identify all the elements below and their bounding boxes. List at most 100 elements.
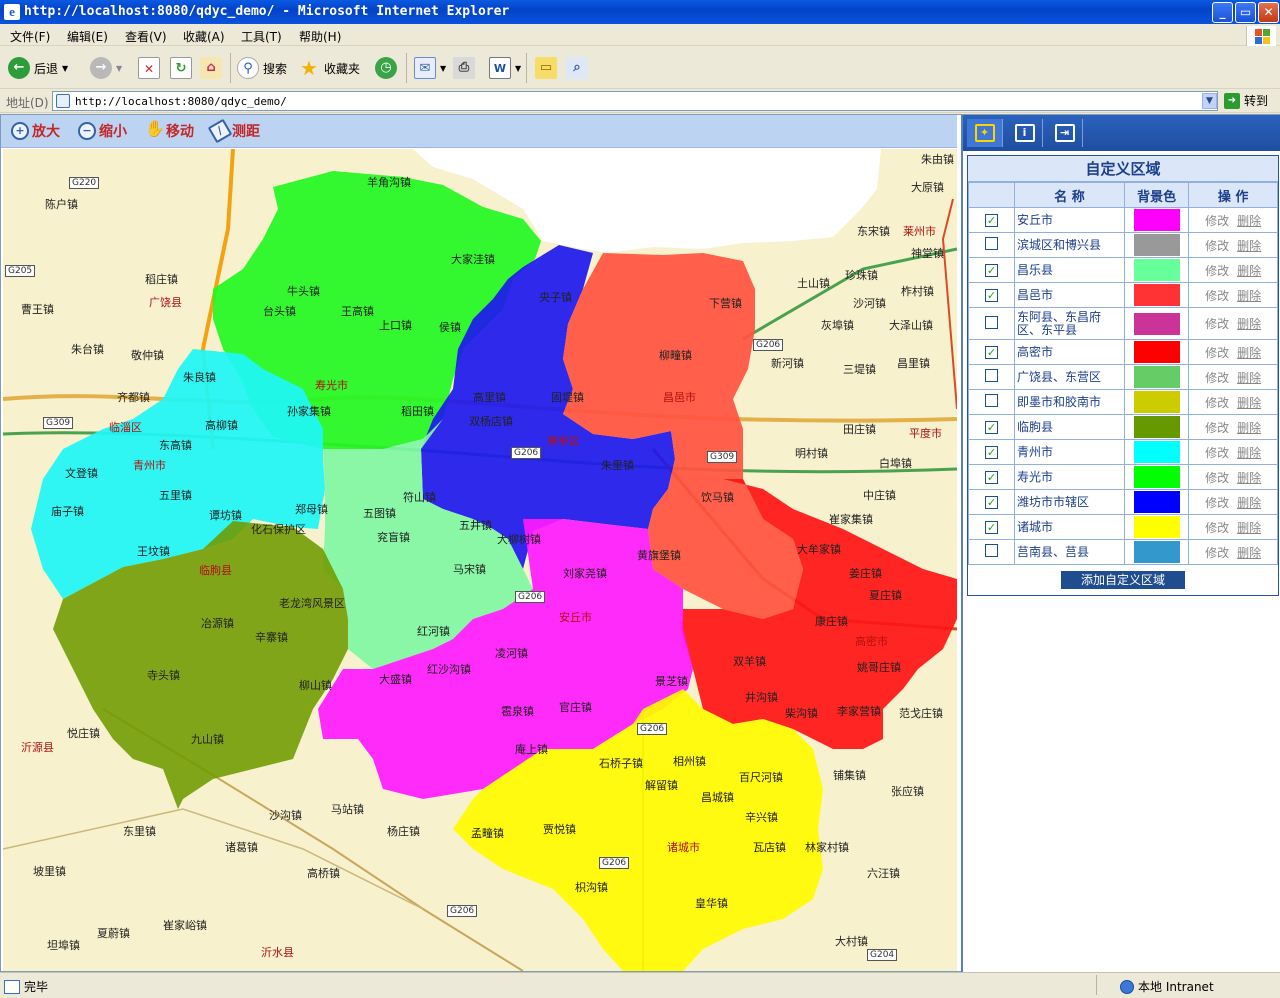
map-town-label: 红河镇 <box>417 625 450 638</box>
chevron-down-icon: ▼ <box>1206 96 1213 106</box>
delete-link[interactable]: 删除 <box>1237 317 1261 331</box>
edit-link[interactable]: 修改 <box>1205 214 1229 228</box>
discuss-button[interactable]: ▭ <box>535 55 557 81</box>
delete-link[interactable]: 删除 <box>1237 421 1261 435</box>
edit-link[interactable]: 修改 <box>1205 546 1229 560</box>
chevron-down-icon: ▼ <box>440 63 447 73</box>
region-checkbox[interactable]: ✓ <box>985 346 998 359</box>
delete-link[interactable]: 删除 <box>1237 446 1261 460</box>
measure-tool[interactable]: / 测距 <box>207 118 260 144</box>
back-button[interactable]: ← 后退 ▼ <box>8 55 68 81</box>
region-checkbox[interactable] <box>985 237 998 250</box>
delete-link[interactable]: 删除 <box>1237 214 1261 228</box>
edit-link[interactable]: 修改 <box>1205 371 1229 385</box>
address-input[interactable]: http://localhost:8080/qdyc_demo/ <box>52 91 1218 111</box>
settings-icon: ✦ <box>974 124 995 142</box>
home-button[interactable]: ⌂ <box>200 55 222 81</box>
region-checkbox[interactable]: ✓ <box>985 471 998 484</box>
region-checkbox[interactable] <box>985 544 998 557</box>
menu-tools[interactable]: 工具(T) <box>241 28 282 45</box>
measure-label: 测距 <box>232 124 260 140</box>
delete-link[interactable]: 删除 <box>1237 289 1261 303</box>
minimize-button[interactable]: _ <box>1212 2 1233 23</box>
region-checkbox[interactable]: ✓ <box>985 521 998 534</box>
map-town-label: 杨庄镇 <box>387 825 420 838</box>
delete-link[interactable]: 删除 <box>1237 264 1261 278</box>
delete-link[interactable]: 删除 <box>1237 371 1261 385</box>
edit-link[interactable]: 修改 <box>1205 317 1229 331</box>
map-town-label: 神堂镇 <box>911 247 944 260</box>
map-canvas[interactable]: 广饶县 临淄区 青州市 寿光市 寒亭区 昌邑市 安丘市 高密市 诸城市 临朐县 … <box>3 149 957 971</box>
add-region-button[interactable]: 添加自定义区域 <box>1061 571 1185 589</box>
maximize-button[interactable]: ▭ <box>1235 2 1256 23</box>
zoom-in-tool[interactable]: + 放大 <box>11 121 60 141</box>
region-checkbox[interactable]: ✓ <box>985 289 998 302</box>
stop-button[interactable]: ✕ <box>138 55 160 81</box>
print-button[interactable]: ⎙ <box>453 55 475 81</box>
region-checkbox[interactable] <box>985 315 998 329</box>
menu-edit[interactable]: 编辑(E) <box>67 28 108 45</box>
region-checkbox[interactable] <box>985 394 998 407</box>
region-actions: 修改 删除 <box>1188 439 1278 465</box>
pan-tool[interactable]: ✋ 移动 <box>145 121 194 141</box>
edit-link[interactable]: 修改 <box>1205 264 1229 278</box>
menu-help[interactable]: 帮助(H) <box>299 28 341 45</box>
research-button[interactable]: ⌕ <box>566 55 588 81</box>
region-actions: 修改 删除 <box>1188 232 1278 258</box>
search-button[interactable]: ⚲ 搜索 <box>237 55 287 81</box>
map-town-label: 林家村镇 <box>805 841 849 854</box>
edit-link[interactable]: 修改 <box>1205 521 1229 535</box>
region-checkbox-cell <box>968 232 1015 258</box>
go-button[interactable]: ➜ 转到 <box>1224 92 1268 109</box>
forward-button[interactable]: → ▼ <box>90 55 122 81</box>
zoom-out-tool[interactable]: − 缩小 <box>78 121 127 141</box>
region-checkbox-cell: ✓ <box>968 414 1015 440</box>
tab-export[interactable]: ⇥ <box>1047 119 1083 147</box>
history-button[interactable]: ◷ <box>375 55 397 81</box>
region-checkbox[interactable]: ✓ <box>985 214 998 227</box>
map-town-label: 朱由镇 <box>921 153 954 166</box>
map-town-label: 白埠镇 <box>879 457 912 470</box>
edit-link[interactable]: 修改 <box>1205 289 1229 303</box>
delete-link[interactable]: 删除 <box>1237 346 1261 360</box>
menu-file[interactable]: 文件(F) <box>10 28 50 45</box>
region-checkbox[interactable]: ✓ <box>985 421 998 434</box>
delete-link[interactable]: 删除 <box>1237 396 1261 410</box>
tab-info[interactable]: i <box>1007 119 1043 147</box>
map-town-label: 敬仲镇 <box>131 349 164 362</box>
address-dropdown-button[interactable]: ▼ <box>1202 93 1217 109</box>
map-town-label: 坦埠镇 <box>47 939 80 952</box>
edit-link[interactable]: 修改 <box>1205 396 1229 410</box>
toolbar-separator <box>526 53 527 83</box>
tab-custom-regions[interactable]: ✦ <box>967 119 1003 147</box>
delete-link[interactable]: 删除 <box>1237 496 1261 510</box>
close-button[interactable]: ✕ <box>1258 2 1279 23</box>
edit-link[interactable]: 修改 <box>1205 446 1229 460</box>
road-shield: G206 <box>511 447 542 459</box>
region-checkbox[interactable]: ✓ <box>985 446 998 459</box>
favorites-button[interactable]: ★ 收藏夹 <box>298 55 360 81</box>
map-town-label: 高柳镇 <box>205 419 238 432</box>
region-row: ✓ 昌邑市 修改 删除 <box>968 282 1278 308</box>
delete-link[interactable]: 删除 <box>1237 471 1261 485</box>
edit-link[interactable]: 修改 <box>1205 496 1229 510</box>
delete-link[interactable]: 删除 <box>1237 546 1261 560</box>
mail-button[interactable]: ✉ ▼ <box>414 55 446 81</box>
delete-link[interactable]: 删除 <box>1237 239 1261 253</box>
region-actions: 修改 删除 <box>1188 414 1278 440</box>
edit-link[interactable]: 修改 <box>1205 471 1229 485</box>
edit-link[interactable]: 修改 <box>1205 421 1229 435</box>
map-town-label: 六汪镇 <box>867 867 900 880</box>
menu-view[interactable]: 查看(V) <box>125 28 167 45</box>
region-checkbox[interactable] <box>985 369 998 382</box>
edit-button[interactable]: W ▼ <box>489 55 521 81</box>
region-checkbox[interactable]: ✓ <box>985 264 998 277</box>
region-checkbox[interactable]: ✓ <box>985 496 998 509</box>
delete-link[interactable]: 删除 <box>1237 521 1261 535</box>
back-label: 后退 <box>34 61 59 76</box>
edit-link[interactable]: 修改 <box>1205 239 1229 253</box>
map-town-label: 郑母镇 <box>295 503 328 516</box>
refresh-button[interactable]: ↻ <box>170 55 192 81</box>
menu-favorites[interactable]: 收藏(A) <box>183 28 225 45</box>
edit-link[interactable]: 修改 <box>1205 346 1229 360</box>
